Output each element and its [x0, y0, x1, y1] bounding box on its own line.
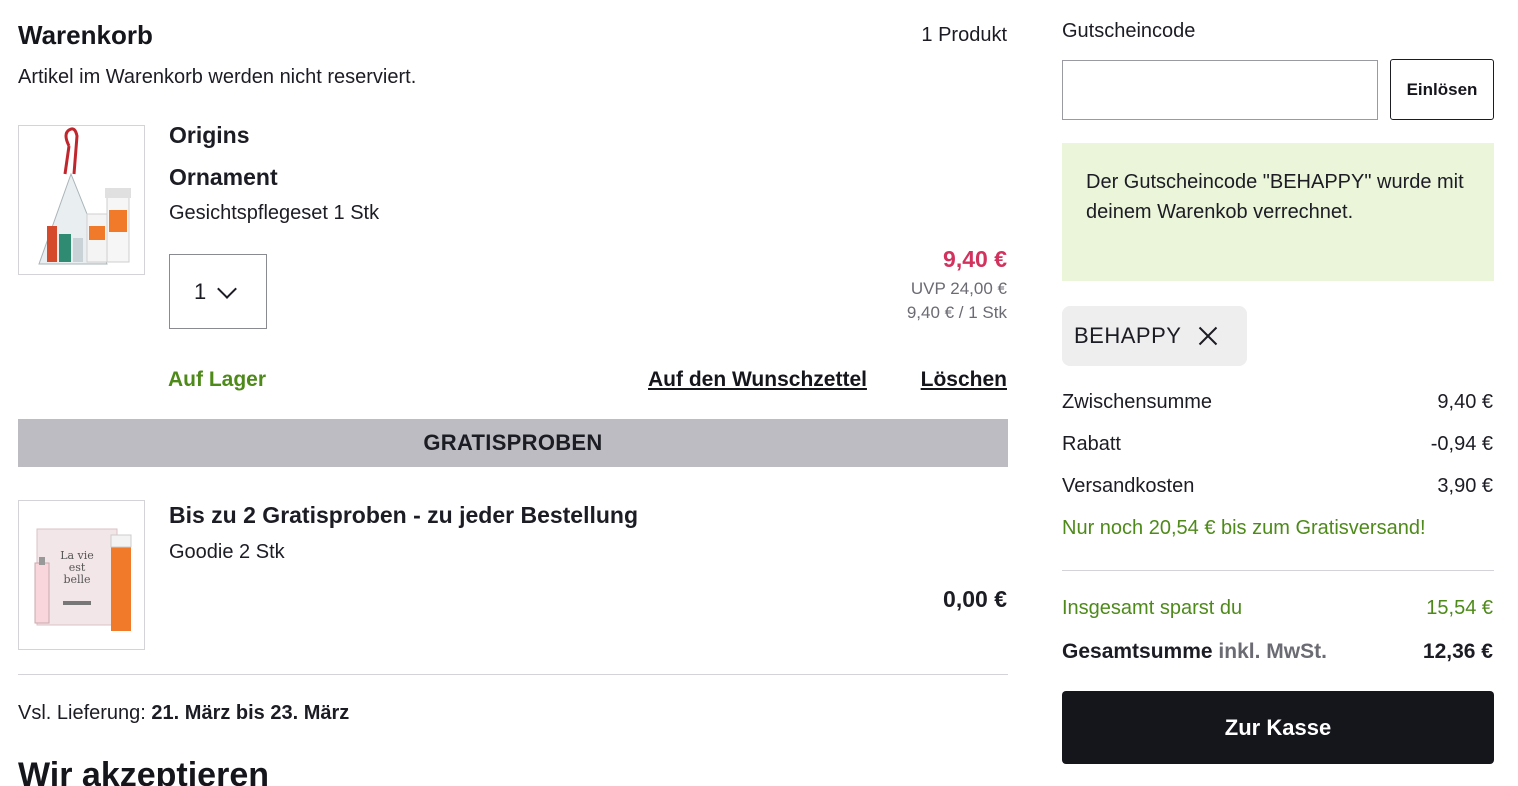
- free-shipping-hint: Nur noch 20,54 € bis zum Gratisversand!: [1062, 517, 1426, 539]
- product-uvp: UVP 24,00 €: [910, 279, 1007, 298]
- subtotal-value: 9,40 €: [1437, 391, 1493, 413]
- delivery-label: Vsl. Lieferung:: [18, 702, 146, 724]
- samples-image: La vie est belle: [18, 500, 145, 650]
- free-samples-description: Goodie 2 Stk: [169, 541, 285, 563]
- coupon-label: Gutscheincode: [1062, 20, 1196, 42]
- cart-item-count: 1 Produkt: [921, 24, 1007, 46]
- discount-label: Rabatt: [1062, 433, 1121, 455]
- chevron-down-icon: [217, 278, 238, 299]
- gift-set-ornament-image: [38, 127, 131, 265]
- divider: [18, 674, 1008, 675]
- checkout-button[interactable]: Zur Kasse: [1062, 691, 1494, 764]
- cart-reservation-note: Artikel im Warenkorb werden nicht reserv…: [18, 66, 417, 88]
- applied-coupon-code: BEHAPPY: [1074, 323, 1182, 348]
- subtotal-label: Zwischensumme: [1062, 391, 1213, 413]
- product-description: Gesichtspflegeset 1 Stk: [169, 202, 380, 224]
- total-value: 12,36 €: [1422, 640, 1493, 663]
- quantity-value: 1: [194, 278, 207, 304]
- product-image[interactable]: [18, 125, 145, 275]
- total-vat-note: inkl. MwSt.: [1218, 640, 1327, 663]
- close-icon[interactable]: [1197, 325, 1219, 347]
- perfume-samples-image: La vie est belle: [34, 528, 132, 631]
- coupon-applied-notice: Der Gutscheincode "BEHAPPY" wurde mit de…: [1062, 143, 1494, 281]
- free-samples-price: 0,00 €: [943, 586, 1007, 612]
- delivery-dates: 21. März bis 23. März: [151, 702, 350, 724]
- product-brand[interactable]: Origins: [169, 122, 250, 149]
- free-samples-title: Bis zu 2 Gratisproben - zu jeder Bestell…: [169, 502, 639, 528]
- product-price: 9,40 €: [943, 246, 1007, 272]
- svg-text:belle: belle: [63, 573, 90, 586]
- payment-methods-heading: Wir akzeptieren: [18, 756, 269, 786]
- shipping-value: 3,90 €: [1437, 475, 1493, 497]
- total-label: Gesamtsumme inkl. MwSt.: [1062, 640, 1327, 664]
- free-samples-header: GRATISPROBEN: [18, 419, 1008, 467]
- total-label-text: Gesamtsumme: [1062, 640, 1213, 663]
- delivery-estimate: Vsl. Lieferung: 21. März bis 23. März: [18, 702, 349, 725]
- stock-status: Auf Lager: [168, 368, 267, 391]
- page-title: Warenkorb: [18, 20, 153, 50]
- redeem-coupon-button[interactable]: Einlösen: [1390, 59, 1494, 120]
- product-name[interactable]: Ornament: [169, 164, 278, 191]
- product-unit-price: 9,40 € / 1 Stk: [906, 303, 1007, 322]
- add-to-wishlist-link[interactable]: Auf den Wunschzettel: [648, 368, 867, 392]
- delete-item-link[interactable]: Löschen: [921, 368, 1007, 392]
- discount-value: -0,94 €: [1430, 433, 1493, 455]
- coupon-input[interactable]: [1062, 60, 1378, 120]
- savings-label: Insgesamt sparst du: [1062, 597, 1243, 619]
- applied-coupon-chip: BEHAPPY: [1062, 306, 1248, 366]
- savings-value: 15,54 €: [1426, 597, 1493, 619]
- shipping-label: Versandkosten: [1062, 475, 1195, 497]
- quantity-select[interactable]: 1: [169, 254, 267, 329]
- divider: [1062, 570, 1494, 571]
